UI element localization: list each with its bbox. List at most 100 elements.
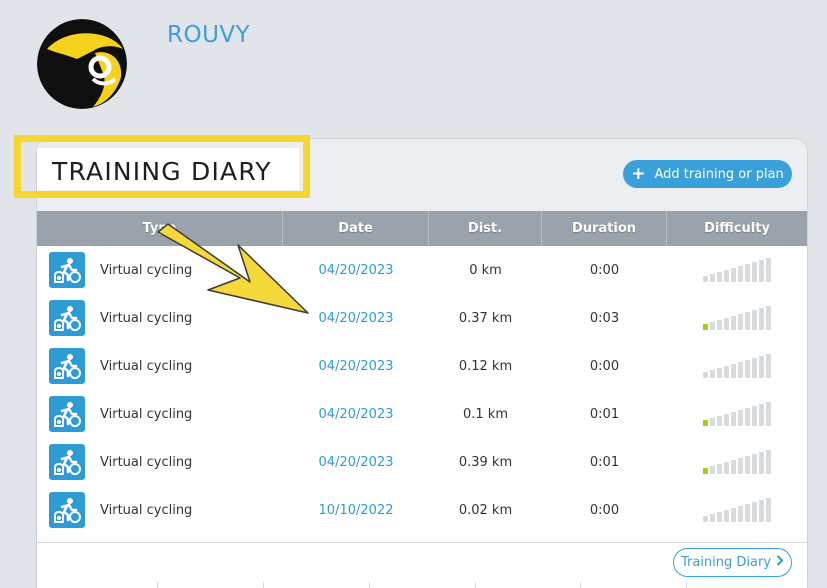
training-diary-button[interactable]: Training Diary	[673, 548, 792, 577]
difficulty-bar	[710, 322, 715, 330]
difficulty-meter	[703, 258, 771, 282]
training-date-link[interactable]: 04/20/2023	[283, 246, 429, 294]
column-header-date[interactable]: Date	[283, 211, 429, 246]
training-distance: 0.1 km	[463, 406, 508, 422]
difficulty-bar	[738, 314, 743, 330]
difficulty-bar	[724, 462, 729, 474]
difficulty-bar	[717, 368, 722, 378]
difficulty-bar	[759, 308, 764, 330]
column-header-duration[interactable]: Duration	[542, 211, 667, 246]
training-date-link[interactable]: 04/20/2023	[283, 294, 429, 342]
difficulty-bar	[738, 266, 743, 282]
table-row[interactable]: Virtual cycling 04/20/2023 0 km 0:00	[37, 246, 807, 294]
difficulty-bar	[724, 510, 729, 522]
training-duration: 0:01	[589, 454, 620, 470]
brand-name[interactable]: ROUVY	[167, 22, 250, 48]
bottom-divider-ticks	[37, 582, 807, 588]
difficulty-bar	[752, 262, 757, 282]
column-header-distance[interactable]: Dist.	[429, 211, 542, 246]
difficulty-bar	[703, 420, 708, 426]
difficulty-bar	[759, 452, 764, 474]
difficulty-cell	[667, 246, 807, 294]
difficulty-bar	[738, 506, 743, 522]
training-type[interactable]: Virtual cycling	[100, 503, 192, 518]
difficulty-bar	[745, 312, 750, 330]
table-row[interactable]: Virtual cycling 04/20/2023 0.12 km 0:00	[37, 342, 807, 390]
difficulty-bar	[724, 414, 729, 426]
difficulty-bar	[752, 502, 757, 522]
difficulty-meter	[703, 306, 771, 330]
type-cell: Virtual cycling	[37, 246, 283, 294]
type-cell: Virtual cycling	[37, 342, 283, 390]
difficulty-bar	[703, 372, 708, 378]
virtual-cycling-icon	[49, 348, 85, 384]
difficulty-bar	[759, 404, 764, 426]
difficulty-bar	[759, 356, 764, 378]
difficulty-bar	[710, 274, 715, 282]
difficulty-cell	[667, 486, 807, 534]
difficulty-cell	[667, 342, 807, 390]
difficulty-bar	[731, 316, 736, 330]
training-date-link[interactable]: 04/20/2023	[283, 342, 429, 390]
virtual-cycling-icon	[49, 252, 85, 288]
difficulty-bar	[710, 514, 715, 522]
difficulty-bar	[766, 402, 771, 426]
training-list: Virtual cycling 04/20/2023 0 km 0:00 Vir…	[37, 246, 807, 534]
difficulty-meter	[703, 450, 771, 474]
difficulty-cell	[667, 294, 807, 342]
add-training-button[interactable]: + Add training or plan	[623, 160, 792, 188]
difficulty-bar	[766, 450, 771, 474]
training-type[interactable]: Virtual cycling	[100, 455, 192, 470]
table-header: Type Date Dist. Duration Difficulty	[37, 211, 807, 246]
training-distance: 0 km	[469, 262, 502, 278]
difficulty-bar	[766, 258, 771, 282]
type-cell: Virtual cycling	[37, 486, 283, 534]
difficulty-bar	[745, 360, 750, 378]
difficulty-bar	[738, 362, 743, 378]
table-row[interactable]: Virtual cycling 04/20/2023 0.1 km 0:01	[37, 390, 807, 438]
rouvy-logo-icon[interactable]	[37, 19, 127, 109]
difficulty-bar	[766, 354, 771, 378]
training-distance: 0.37 km	[458, 310, 513, 326]
difficulty-cell	[667, 438, 807, 486]
type-cell: Virtual cycling	[37, 438, 283, 486]
difficulty-bar	[710, 418, 715, 426]
difficulty-bar	[703, 468, 708, 474]
virtual-cycling-icon	[49, 300, 85, 336]
training-type[interactable]: Virtual cycling	[100, 407, 192, 422]
training-type[interactable]: Virtual cycling	[100, 263, 192, 278]
table-footer-divider	[37, 542, 807, 543]
add-training-label: Add training or plan	[654, 166, 784, 182]
difficulty-bar	[710, 466, 715, 474]
difficulty-bar	[717, 272, 722, 282]
difficulty-bar	[731, 364, 736, 378]
table-row[interactable]: Virtual cycling 10/10/2022 0.02 km 0:00	[37, 486, 807, 534]
column-header-type[interactable]: Type	[37, 211, 283, 246]
virtual-cycling-icon	[49, 396, 85, 432]
table-row[interactable]: Virtual cycling 04/20/2023 0.39 km 0:01	[37, 438, 807, 486]
table-row[interactable]: Virtual cycling 04/20/2023 0.37 km 0:03	[37, 294, 807, 342]
training-date-link[interactable]: 04/20/2023	[283, 438, 429, 486]
training-duration: 0:03	[589, 310, 620, 326]
difficulty-bar	[703, 324, 708, 330]
training-type[interactable]: Virtual cycling	[100, 311, 192, 326]
training-distance: 0.39 km	[458, 454, 513, 470]
difficulty-bar	[724, 318, 729, 330]
training-distance: 0.12 km	[458, 358, 513, 374]
difficulty-bar	[766, 498, 771, 522]
training-date-link[interactable]: 04/20/2023	[283, 390, 429, 438]
difficulty-bar	[766, 306, 771, 330]
difficulty-bar	[724, 270, 729, 282]
column-header-difficulty[interactable]: Difficulty	[667, 211, 807, 246]
training-date-link[interactable]: 10/10/2022	[283, 486, 429, 534]
difficulty-bar	[703, 516, 708, 522]
difficulty-bar	[745, 408, 750, 426]
difficulty-bar	[752, 454, 757, 474]
difficulty-bar	[752, 310, 757, 330]
training-type[interactable]: Virtual cycling	[100, 359, 192, 374]
training-diary-label: Training Diary	[680, 555, 772, 570]
difficulty-bar	[731, 460, 736, 474]
difficulty-bar	[717, 416, 722, 426]
difficulty-meter	[703, 498, 771, 522]
chevron-right-icon	[776, 555, 784, 570]
